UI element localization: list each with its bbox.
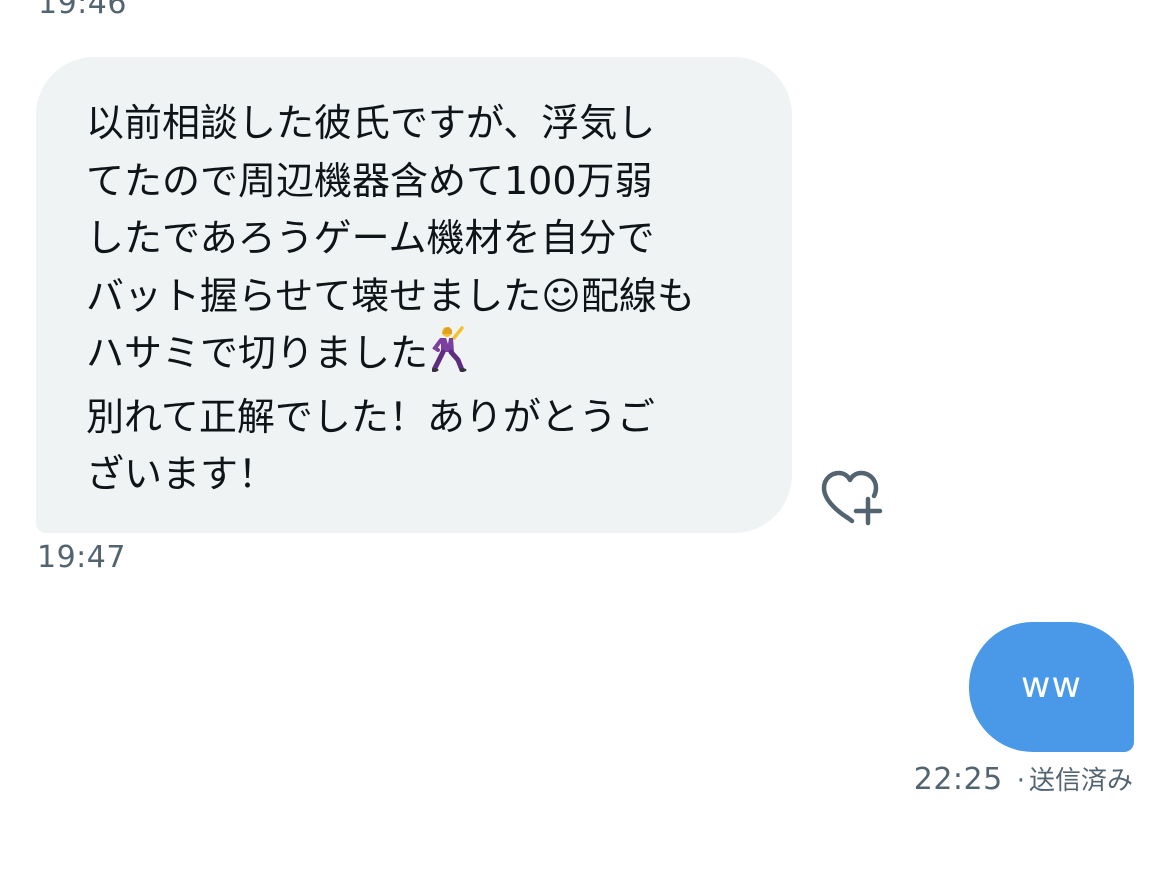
- message-line: ハサミで切りました: [86, 325, 762, 389]
- outgoing-message-text: ww: [1021, 664, 1082, 706]
- outgoing-message-bubble[interactable]: ww: [969, 622, 1134, 752]
- message-line: 別れて正解でした！ありがとうご: [86, 394, 655, 439]
- message-line: 以前相談した彼氏ですが、浮気し: [86, 101, 656, 145]
- meta-separator: ·: [1016, 766, 1025, 796]
- incoming-message-bubble[interactable]: 以前相談した彼氏ですが、浮気し てたので周辺機器含めて100万弱 したであろうゲ…: [36, 57, 792, 533]
- message-line: ざいます！: [86, 452, 277, 496]
- man-dancing-emoji-icon: [431, 326, 468, 389]
- incoming-message-timestamp: 19:47: [37, 540, 126, 575]
- heart-plus-icon[interactable]: [818, 468, 886, 530]
- delivery-status: 送信済み: [1028, 766, 1133, 796]
- outgoing-message-timestamp: 22:25: [913, 762, 1003, 797]
- message-line: バット握らせて壊せました☺配線も: [86, 273, 695, 318]
- message-line-text: ハサミで切りました: [86, 331, 429, 375]
- previous-message-timestamp: 19:46: [38, 0, 127, 21]
- message-line: したであろうゲーム機材を自分で: [86, 216, 655, 260]
- message-line: てたので周辺機器含めて100万弱: [86, 158, 653, 203]
- outgoing-message-meta: 22:25 · 送信済み: [914, 760, 1133, 797]
